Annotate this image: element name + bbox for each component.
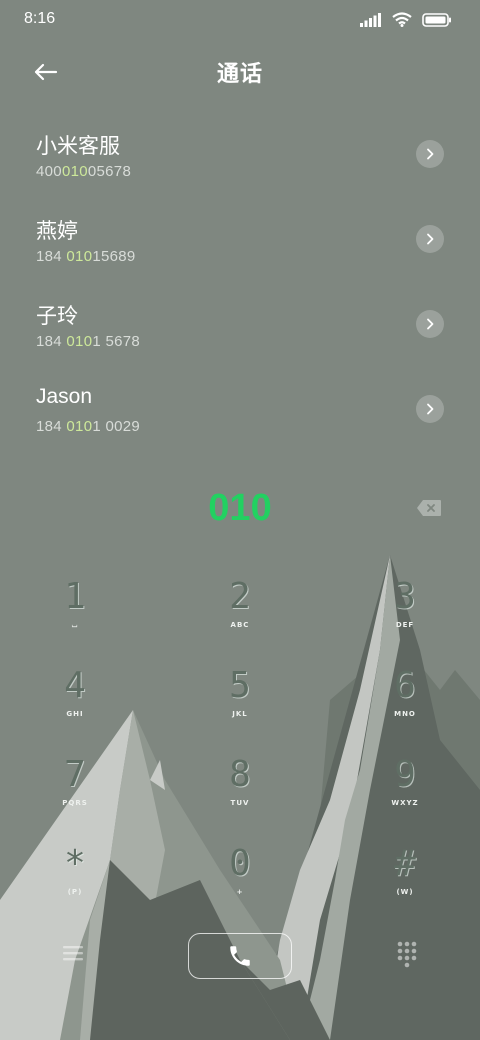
key-5[interactable]: 5 JKL [180,664,300,744]
key-digit: 0 [229,843,251,884]
key-digit: 8 [229,754,251,795]
key-7[interactable]: 7 PQRS [15,753,135,833]
key-digit: 1 [64,576,86,617]
key-digit: 4 [64,665,86,706]
key-letters: PQRS [62,799,88,807]
chevron-right-icon [427,403,434,415]
chevron-right-icon [427,233,434,245]
key-digit: * [64,843,86,884]
contact-detail-button[interactable] [416,310,444,338]
contact-row[interactable]: 子玲 184 0101 5678 [0,282,480,367]
contact-list: 小米客服 40001005678 燕婷 184 01015689 子玲 184 … [0,112,480,452]
contact-number: 184 0101 5678 [36,333,141,350]
key-star[interactable]: * (P) [15,842,135,922]
key-2[interactable]: 2 ABC [180,575,300,655]
phone-icon [230,946,250,966]
dialed-number: 010 [208,487,272,529]
dialpad-toggle-button[interactable] [396,940,418,968]
key-3[interactable]: 3 DEF [345,575,465,655]
key-letters: WXYZ [391,799,419,807]
contact-name: 小米客服 [36,135,120,158]
key-digit: 7 [64,754,86,795]
contact-number: 184 0101 0029 [36,418,141,435]
dialpad-icon [397,941,417,968]
status-bar: 8:16 [0,0,480,40]
contact-detail-button[interactable] [416,395,444,423]
key-digit: 3 [394,576,416,617]
key-letters: GHI [66,710,84,718]
key-digit: # [394,843,416,884]
header: 通话 [0,50,480,94]
key-8[interactable]: 8 TUV [180,753,300,833]
key-letters: + [236,888,244,896]
key-letters: ⌴ [71,621,79,629]
key-digit: 9 [394,754,416,795]
contact-row[interactable]: Jason 184 0101 0029 [0,367,480,452]
contact-name: 子玲 [36,305,78,328]
key-hash[interactable]: # (W) [345,842,465,922]
contact-name: Jason [36,385,93,408]
contact-number: 184 01015689 [36,248,136,265]
signal-icon [360,12,381,27]
battery-icon [422,12,451,27]
key-letters: JKL [232,710,248,718]
contact-row[interactable]: 小米客服 40001005678 [0,112,480,197]
key-letters: ABC [230,621,250,629]
menu-icon [63,946,83,961]
backspace-button[interactable] [416,499,442,517]
key-digit: 6 [394,665,416,706]
status-time: 8:16 [24,10,56,27]
contact-name: 燕婷 [36,220,78,243]
key-letters: MNO [394,710,416,718]
bottom-bar [0,930,480,980]
key-letters: TUV [230,799,250,807]
key-9[interactable]: 9 WXYZ [345,753,465,833]
key-6[interactable]: 6 MNO [345,664,465,744]
contact-number: 40001005678 [36,163,132,180]
status-icons [360,12,452,27]
key-letters: DEF [395,621,415,629]
key-letters: (P) [67,888,83,896]
key-digit: 5 [229,665,251,706]
wifi-icon [392,12,412,27]
key-0[interactable]: 0 + [180,842,300,922]
key-4[interactable]: 4 GHI [15,664,135,744]
key-digit: 2 [229,576,251,617]
contact-detail-button[interactable] [416,140,444,168]
chevron-right-icon [427,148,434,160]
contact-row[interactable]: 燕婷 184 01015689 [0,197,480,282]
menu-button[interactable] [60,942,86,964]
contact-detail-button[interactable] [416,225,444,253]
key-letters: (W) [396,888,414,896]
chevron-right-icon [427,318,434,330]
call-button[interactable] [188,933,292,979]
page-title: 通话 [216,62,263,87]
key-1[interactable]: 1 ⌴ [15,575,135,655]
backspace-icon [417,500,441,516]
